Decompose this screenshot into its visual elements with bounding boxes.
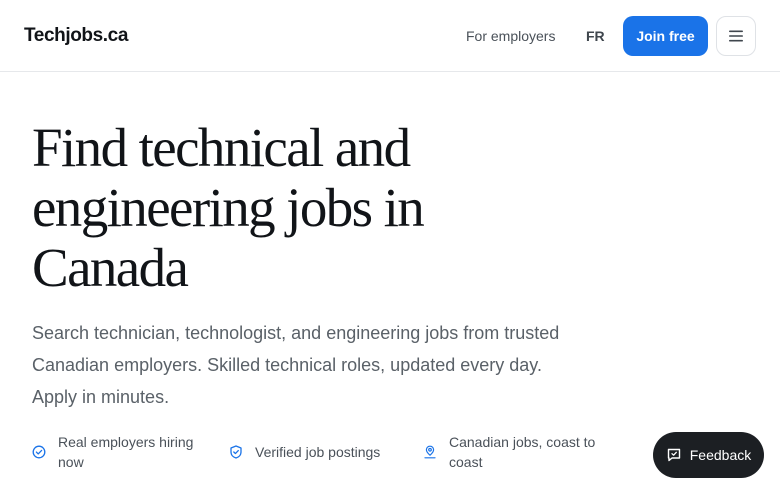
site-logo[interactable]: Techjobs.ca xyxy=(24,22,128,50)
join-free-button[interactable]: Join free xyxy=(623,16,708,56)
hero-subtitle: Search technician, technologist, and eng… xyxy=(32,323,560,407)
feature-label: Real employers hiring now xyxy=(58,434,194,470)
top-navigation: Techjobs.ca For employers FR Join free xyxy=(0,0,780,72)
landing-page: Techjobs.ca For employers FR Join free F… xyxy=(0,0,780,493)
hamburger-menu-icon xyxy=(729,30,743,42)
menu-button[interactable] xyxy=(716,16,756,56)
feature-verified-postings: Verified job postings xyxy=(229,442,409,462)
feedback-label: Feedback xyxy=(689,447,752,463)
shield-check-icon xyxy=(229,445,243,459)
feedback-button[interactable]: Feedback xyxy=(653,432,764,478)
hero-headline: Find technical and engineering jobs in C… xyxy=(32,117,425,298)
feature-label: Verified job postings xyxy=(255,444,381,460)
for-employers-link[interactable]: For employers xyxy=(466,26,555,46)
feedback-chat-icon xyxy=(666,447,682,463)
feature-canadian-jobs: Canadian jobs, coast to coast xyxy=(423,432,623,472)
feature-real-employers: Real employers hiring now xyxy=(32,432,222,472)
feature-label: Canadian jobs, coast to coast xyxy=(449,434,596,470)
check-circle-icon xyxy=(32,445,46,459)
language-toggle[interactable]: FR xyxy=(586,26,605,46)
map-pin-icon xyxy=(423,445,437,459)
